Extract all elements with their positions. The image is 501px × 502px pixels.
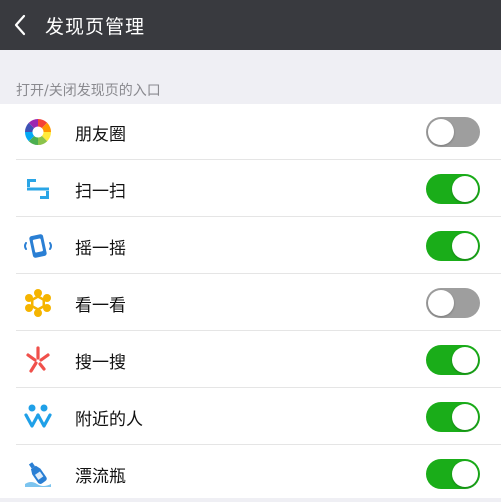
section-label: 打开/关闭发现页的入口 [16, 83, 161, 99]
divider [16, 444, 501, 445]
divider [16, 159, 501, 160]
toggle-knob [428, 119, 454, 145]
list-item-moments: 朋友圈 [0, 104, 501, 160]
toggle-knob [452, 176, 478, 202]
list-item-label: 漂流瓶 [75, 466, 126, 487]
divider [16, 273, 501, 274]
page-title: 发现页管理 [45, 15, 146, 38]
people-nearby-icon [22, 401, 54, 433]
search-icon [22, 344, 54, 376]
list-item-label: 看一看 [75, 295, 126, 316]
toggle-people-nearby[interactable] [426, 402, 480, 432]
scan-icon [22, 173, 54, 205]
top-stories-icon [22, 287, 54, 319]
toggle-knob [452, 404, 478, 430]
list-item-scan: 扫一扫 [0, 161, 501, 217]
list-item-label: 搜一搜 [75, 352, 126, 373]
navigation-bar: 发现页管理 [0, 0, 501, 50]
divider [16, 216, 501, 217]
list-item-people-nearby: 附近的人 [0, 389, 501, 445]
toggle-moments[interactable] [426, 117, 480, 147]
toggle-top-stories[interactable] [426, 288, 480, 318]
list-item-top-stories: 看一看 [0, 275, 501, 331]
moments-icon [22, 116, 54, 148]
list-item-label: 摇一摇 [75, 238, 126, 259]
back-button[interactable] [0, 0, 40, 50]
toggle-knob [452, 461, 478, 487]
list-item-label: 扫一扫 [75, 181, 126, 202]
toggle-drift-bottle[interactable] [426, 459, 480, 489]
toggle-scan[interactable] [426, 174, 480, 204]
list-item-label: 朋友圈 [75, 124, 126, 145]
divider [16, 387, 501, 388]
toggle-knob [452, 347, 478, 373]
list-item-label: 附近的人 [75, 409, 143, 430]
toggle-search[interactable] [426, 345, 480, 375]
toggle-knob [428, 290, 454, 316]
discover-entry-list: 朋友圈 扫一扫 摇一摇 看一看 搜一搜 附近的人 漂流瓶 [0, 104, 501, 498]
list-item-search: 搜一搜 [0, 332, 501, 388]
toggle-knob [452, 233, 478, 259]
toggle-shake[interactable] [426, 231, 480, 261]
divider [16, 330, 501, 331]
drift-bottle-icon [22, 458, 54, 490]
list-item-shake: 摇一摇 [0, 218, 501, 274]
chevron-left-icon [14, 14, 26, 36]
list-item-drift-bottle: 漂流瓶 [0, 446, 501, 502]
shake-icon [22, 230, 54, 262]
